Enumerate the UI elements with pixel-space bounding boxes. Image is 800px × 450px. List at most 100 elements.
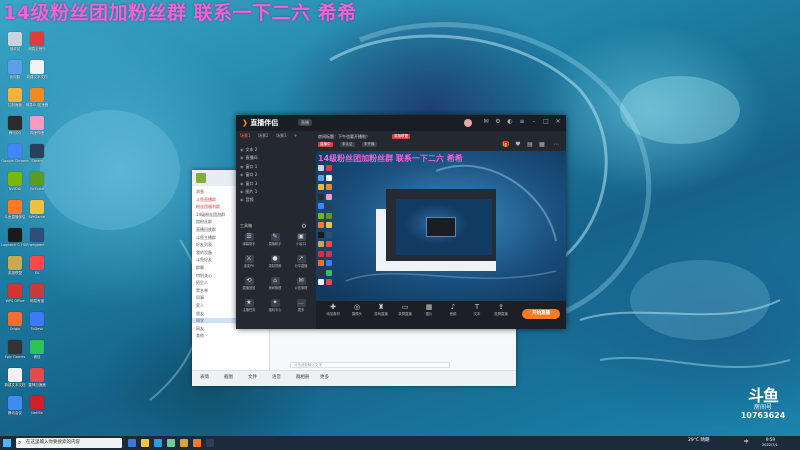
visibility-eye-icon[interactable]: ◉ xyxy=(240,164,244,169)
heart-icon[interactable]: ♥ xyxy=(514,141,522,149)
desktop-icon[interactable]: 哔哩哔哩 xyxy=(22,116,52,135)
scene-source-item[interactable]: ◉ 窗口 1 xyxy=(240,164,257,169)
scene-source-item[interactable]: ◉ 窗口 3 xyxy=(240,181,257,186)
chat-sidebar-item[interactable]: 家人 xyxy=(196,303,204,308)
bottom-tool[interactable]: ▦ 图片 xyxy=(418,303,440,316)
chat-toolbar-item[interactable]: 截图 xyxy=(224,375,233,381)
chat-input[interactable]: 点击此处输入文字 xyxy=(290,362,450,368)
chat-sidebar-item[interactable]: 消息 xyxy=(196,189,204,194)
desktop-icon[interactable]: 雷神加速器 xyxy=(22,368,52,387)
scene-tab[interactable]: 场景2 xyxy=(258,133,269,139)
chat-sidebar-item[interactable]: 朋友 xyxy=(196,311,204,316)
bottom-tool[interactable]: ♪ 音频 xyxy=(442,303,464,316)
desktop-icon[interactable]: WeGame xyxy=(22,200,52,219)
chat-toolbar-item[interactable]: 语音 xyxy=(272,375,281,381)
chat-toolbar-item[interactable]: 文件 xyxy=(248,375,257,381)
toolbox-item[interactable]: ☰ 弹幕助手 xyxy=(238,233,260,246)
taskbar-app-icon[interactable] xyxy=(128,439,136,447)
desktop-icon[interactable]: 微信 xyxy=(22,340,52,359)
scene-tab[interactable]: 场景1 xyxy=(240,133,251,139)
chat-sidebar-item[interactable]: 粉丝团福利群 xyxy=(196,204,220,209)
clock-time[interactable]: 9:59 xyxy=(766,437,775,442)
chat-sidebar-item[interactable]: 群聊 xyxy=(196,265,204,270)
taskbar-app-icon[interactable] xyxy=(141,439,149,447)
chat-sidebar-item[interactable]: 其他 xyxy=(196,333,204,338)
chat-sidebar-item[interactable]: 好友列表 xyxy=(196,242,212,247)
chat-sidebar-item[interactable]: 斗鱼好友 xyxy=(196,257,212,262)
desktop-icon[interactable]: ToDesk xyxy=(22,312,52,331)
desktop-icon[interactable]: 网易有道 xyxy=(22,284,52,303)
maximize-icon[interactable]: □ xyxy=(542,118,550,126)
scene-source-item[interactable]: ◉ 窗口 2 xyxy=(240,172,257,177)
stream-tag[interactable]: 直播中 xyxy=(318,142,333,147)
category-tag[interactable]: 英雄联盟 xyxy=(392,134,410,139)
bottom-tool[interactable]: ✚ 添加素材 xyxy=(322,303,344,316)
toolbox-item[interactable]: ✉ 公告管理 xyxy=(290,277,312,290)
desktop-icon[interactable]: Netflix xyxy=(22,396,52,415)
scene-source-item[interactable]: ◉ 直播间 xyxy=(240,155,258,160)
chat-sidebar-item[interactable]: 直播回放群 xyxy=(196,227,216,232)
start-live-button[interactable]: 开始直播 xyxy=(522,309,560,319)
layout-icon[interactable]: ▦ xyxy=(538,141,546,149)
settings-icon[interactable]: ⚙ xyxy=(494,118,502,126)
chat-sidebar-item[interactable]: 特别关心 xyxy=(196,273,212,278)
chat-sidebar-item[interactable]: 同事 xyxy=(196,295,204,300)
minimize-icon[interactable]: – xyxy=(530,118,538,126)
bottom-tool[interactable]: ⇪ 投屏直播 xyxy=(490,303,512,316)
visibility-eye-icon[interactable]: ◉ xyxy=(240,197,244,202)
chat-sidebar-item[interactable]: 陌生人 xyxy=(196,280,208,285)
desktop-icon[interactable]: wegame xyxy=(22,228,52,247)
chat-sidebar-item[interactable]: 网友 xyxy=(196,326,204,331)
toolbox-item[interactable]: ⌂ 房间管理 xyxy=(264,277,286,290)
taskbar-app-icon[interactable] xyxy=(206,439,214,447)
ime-indicator[interactable]: 中 xyxy=(744,440,749,445)
start-button[interactable] xyxy=(3,439,11,447)
taskbar-app-icon[interactable] xyxy=(167,439,175,447)
taskbar-app-icon[interactable] xyxy=(180,439,188,447)
visibility-eye-icon[interactable]: ◉ xyxy=(240,172,244,177)
clock-date[interactable]: 2022/7/1 xyxy=(762,443,778,448)
desktop-icon[interactable]: EA xyxy=(22,256,52,275)
scene-tab[interactable]: + xyxy=(294,133,297,139)
stream-tag[interactable]: 未认证 xyxy=(340,142,355,147)
scene-source-item[interactable]: ◉ 音频 xyxy=(240,197,254,202)
weather-text[interactable]: 29°C 晴朗 xyxy=(688,438,710,443)
visibility-eye-icon[interactable]: ◉ xyxy=(240,181,244,186)
chat-sidebar-item[interactable]: 加粉丝群 xyxy=(196,219,212,224)
bottom-tool[interactable]: T 文本 xyxy=(466,303,488,316)
desktop-icon[interactable]: 网易UU加速器 xyxy=(22,88,52,107)
chat-sidebar-item[interactable]: 黑名单 xyxy=(196,288,208,293)
toolbox-item[interactable]: ★ 主播任务 xyxy=(238,299,260,312)
desktop-icon[interactable]: 网易云音乐 xyxy=(22,32,52,51)
desktop-icon[interactable]: Steam xyxy=(22,144,52,163)
chat-toolbar-item[interactable]: 更多 xyxy=(320,375,329,381)
scene-source-item[interactable]: ◉ 图片 1 xyxy=(240,189,257,194)
taskbar-app-icon[interactable] xyxy=(154,439,162,447)
gift-icon[interactable]: 🎁 xyxy=(502,141,510,149)
toolbox-item[interactable]: ▣ 小窗口 xyxy=(290,233,312,246)
toolbox-item[interactable]: ✦ 福利中心 xyxy=(264,299,286,312)
chat-sidebar-item[interactable]: 我的设备 xyxy=(196,250,212,255)
toolbox-item[interactable]: ⟲ 直播回放 xyxy=(238,277,260,290)
toolbox-item[interactable]: ✎ 直播助手 xyxy=(264,233,286,246)
avatar[interactable] xyxy=(196,173,206,183)
bottom-tool[interactable]: ♜ 游戏直播 xyxy=(370,303,392,316)
chat-toolbar-item[interactable]: 群相册 xyxy=(296,375,310,381)
user-avatar[interactable] xyxy=(464,119,472,127)
desktop-icon[interactable]: 新建文本文档 xyxy=(22,60,52,79)
visibility-eye-icon[interactable]: ◉ xyxy=(240,189,244,194)
chat-toolbar-item[interactable]: 表情 xyxy=(200,375,209,381)
toolbox-settings-icon[interactable]: ⚙ xyxy=(300,223,308,231)
share-icon[interactable]: ⋯ xyxy=(552,141,560,149)
toolbox-item[interactable]: ⚔ 连麦PK xyxy=(238,255,260,268)
taskbar-app-icon[interactable] xyxy=(193,439,201,447)
toolbox-item[interactable]: ↗ 分享直播 xyxy=(290,255,312,268)
toolbox-item[interactable]: ● 录制视频 xyxy=(264,255,286,268)
taskbar-search[interactable]: ⌕ 在这里输入你要搜索的内容 xyxy=(16,438,122,448)
bottom-tool[interactable]: ◎ 摄像头 xyxy=(346,303,368,316)
message-icon[interactable]: ✉ xyxy=(482,118,490,126)
close-icon[interactable]: ✕ xyxy=(554,118,562,126)
chat-sidebar-item[interactable]: 14级粉丝团加群 xyxy=(196,212,225,217)
scene-source-item[interactable]: ◉ 文本 2 xyxy=(240,147,257,152)
bottom-tool[interactable]: ▭ 录屏直播 xyxy=(394,303,416,316)
